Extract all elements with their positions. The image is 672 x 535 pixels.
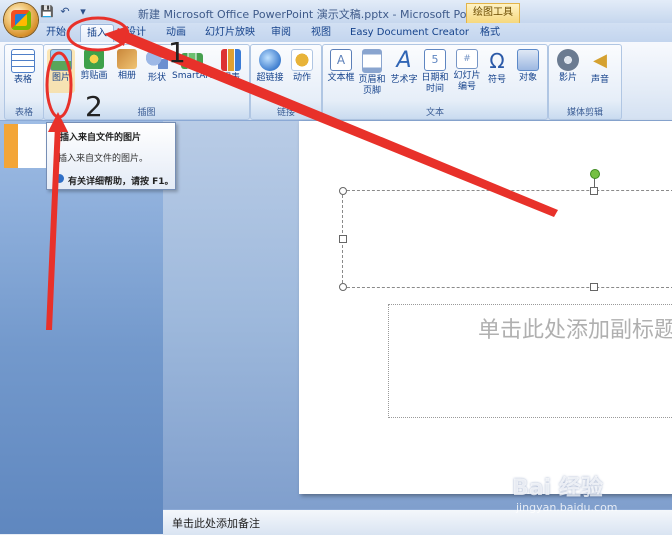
tooltip-description: 插入来自文件的图片。: [58, 154, 149, 164]
movie-button[interactable]: 影片: [554, 49, 582, 84]
tab-format[interactable]: 格式: [480, 24, 500, 42]
resize-handle-bottom[interactable]: [590, 283, 598, 291]
header-footer-button[interactable]: 页眉和页脚: [356, 49, 388, 97]
clipart-button[interactable]: 剪贴画: [78, 49, 110, 82]
tab-review[interactable]: 审阅: [271, 24, 291, 42]
group-label: 链接: [276, 108, 295, 118]
datetime-button[interactable]: 5 日期和时间: [420, 49, 450, 95]
movie-icon: [557, 49, 579, 71]
tab-insert[interactable]: 插入: [80, 24, 114, 43]
notes-placeholder[interactable]: 单击此处添加备注: [172, 515, 260, 531]
object-icon: [517, 49, 539, 71]
wordart-button[interactable]: A 艺术字: [388, 49, 420, 86]
chart-icon: [221, 49, 241, 71]
watermark-url: jingyan.baidu.com: [516, 501, 618, 514]
chart-button[interactable]: 图表: [218, 49, 244, 84]
symbol-button[interactable]: Ω 符号: [485, 49, 509, 86]
hyperlink-button[interactable]: 超链接: [254, 49, 286, 84]
quick-access-toolbar: 💾 ↶ ▾: [40, 5, 90, 19]
sound-icon: ◀: [593, 50, 607, 71]
tab-home[interactable]: 开始: [46, 24, 66, 42]
slide-thumbnail-marker[interactable]: [4, 124, 18, 168]
rotate-handle[interactable]: [590, 169, 600, 179]
symbol-icon: Ω: [489, 49, 505, 73]
tab-design[interactable]: 设计: [126, 24, 146, 42]
office-logo-icon: [11, 10, 31, 30]
header-footer-icon: [362, 49, 382, 73]
textbox-button[interactable]: A 文本框: [325, 49, 357, 84]
tab-easy-document-creator[interactable]: Easy Document Creator: [350, 24, 469, 42]
resize-handle-top[interactable]: [590, 187, 598, 195]
shapes-button[interactable]: 形状: [143, 49, 171, 84]
subtitle-placeholder-text[interactable]: 单击此处添加副标题: [478, 312, 672, 344]
picture-button[interactable]: 图片: [47, 49, 75, 93]
object-button[interactable]: 对象: [514, 49, 542, 84]
drawing-tools-context: 绘图工具: [466, 3, 520, 24]
picture-icon: [50, 49, 72, 71]
album-icon: [117, 49, 137, 69]
sound-button[interactable]: ◀ 声音: [586, 49, 614, 86]
watermark-logo: Bai 经验: [512, 476, 603, 501]
slide-number-icon: #: [456, 49, 478, 69]
resize-handle-left[interactable]: [339, 235, 347, 243]
window-title: 新建 Microsoft Office PowerPoint 演示文稿.pptx…: [138, 8, 515, 21]
table-icon: [11, 49, 35, 73]
qat-more-icon[interactable]: ▾: [76, 5, 90, 19]
datetime-icon: 5: [424, 49, 446, 71]
group-label: 文本: [425, 108, 444, 118]
textbox-icon: A: [330, 49, 352, 71]
table-button[interactable]: 表格: [8, 49, 38, 86]
wordart-icon: A: [396, 48, 412, 73]
undo-icon[interactable]: ↶: [58, 5, 72, 19]
step-2-label: 2: [85, 90, 103, 123]
tab-view[interactable]: 视图: [311, 24, 331, 42]
tooltip-title: 插入来自文件的图片: [60, 133, 142, 143]
resize-handle-bl[interactable]: [339, 283, 347, 291]
group-label: 表格: [14, 108, 33, 118]
action-button[interactable]: 动作: [288, 49, 316, 84]
action-icon: [291, 49, 313, 71]
slide-number-button[interactable]: # 幻灯片编号: [452, 49, 482, 93]
title-placeholder-box[interactable]: [342, 190, 672, 288]
album-button[interactable]: 相册: [113, 49, 141, 82]
step-1-label: 1: [168, 36, 186, 69]
resize-handle-tl[interactable]: [339, 187, 347, 195]
tab-slideshow[interactable]: 幻灯片放映: [205, 24, 255, 42]
hyperlink-icon: [259, 49, 281, 71]
group-label: 媒体剪辑: [566, 108, 603, 118]
clipart-icon: [84, 49, 104, 69]
group-label: 插图: [137, 108, 156, 118]
save-icon[interactable]: 💾: [40, 5, 54, 19]
tooltip-help: 有关详细帮助，请按 F1。: [68, 177, 174, 187]
help-icon: [55, 174, 64, 183]
shapes-icon: [146, 49, 168, 71]
